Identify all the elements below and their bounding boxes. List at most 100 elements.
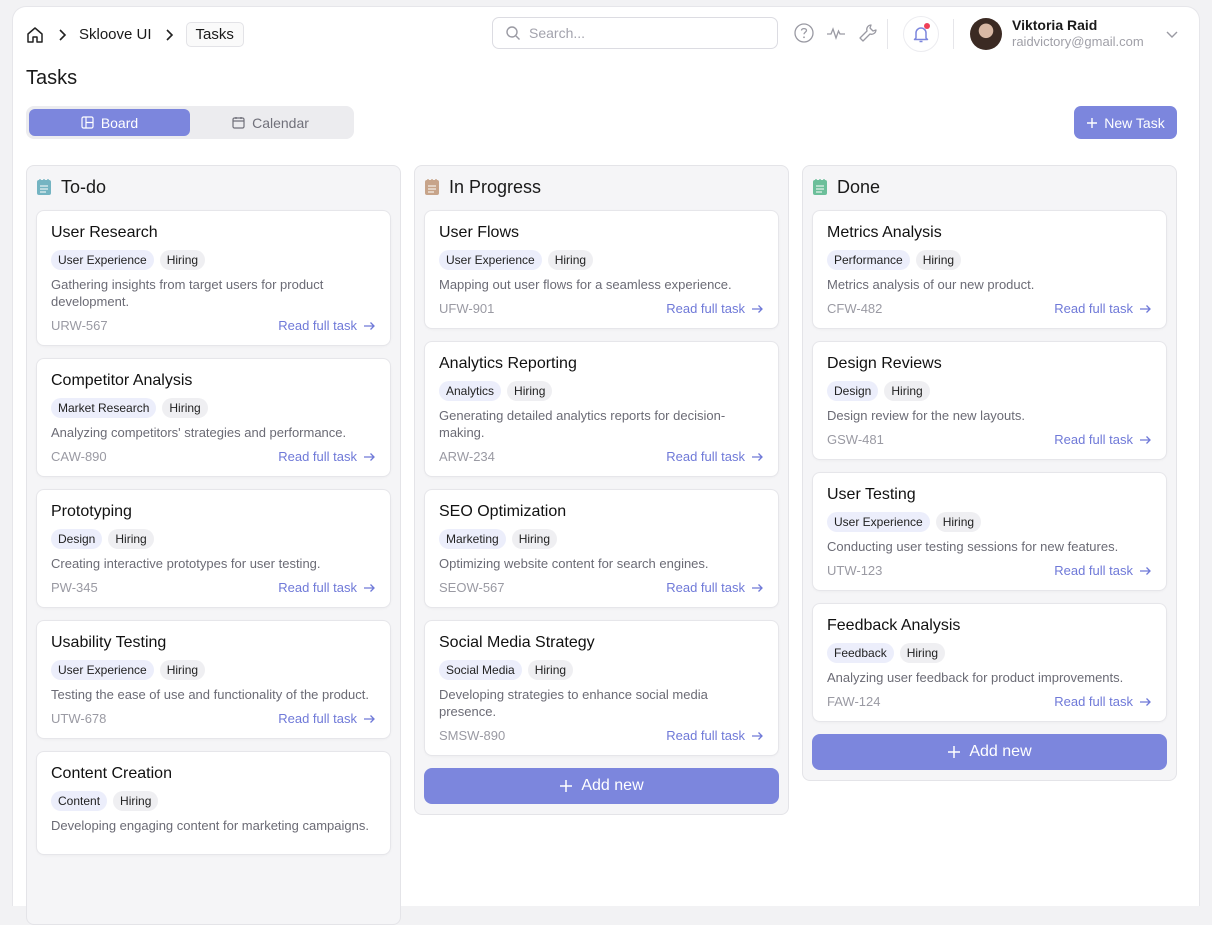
task-tag: Hiring	[547, 250, 594, 270]
task-card[interactable]: Analytics Reporting Analytics Hiring Genera…	[424, 341, 779, 477]
column-done: Done Metrics Analysis Performance Hiring Met…	[802, 165, 1177, 781]
board-view-button[interactable]: Board	[29, 109, 190, 136]
task-tag: User Experience	[51, 660, 154, 680]
read-full-task-link[interactable]: Read full task	[278, 318, 376, 333]
task-card[interactable]: User Research User Experience Hiring Gather…	[36, 210, 391, 346]
task-tags: Performance Hiring	[827, 250, 1152, 270]
task-tags: Feedback Hiring	[827, 643, 1152, 663]
task-code: SMSW-890	[439, 728, 506, 743]
home-icon[interactable]	[25, 25, 45, 45]
task-tags: Social Media Hiring	[439, 660, 764, 680]
task-title: Analytics Reporting	[439, 355, 577, 372]
avatar[interactable]	[970, 18, 1002, 50]
calendar-view-button[interactable]: Calendar	[190, 109, 351, 136]
user-info[interactable]: Viktoria Raid raidvictory@gmail.com	[1012, 17, 1144, 49]
divider	[887, 19, 888, 49]
task-code: URW-567	[51, 318, 108, 333]
search-input[interactable]	[529, 25, 759, 41]
read-full-task-link[interactable]: Read full task	[1054, 563, 1152, 578]
wrench-icon[interactable]	[857, 22, 879, 44]
breadcrumb: Skloove UI Tasks	[25, 22, 244, 47]
task-tags: User Experience Hiring	[51, 660, 376, 680]
task-tag: Content	[51, 791, 108, 811]
task-description: Creating interactive prototypes for user…	[51, 556, 321, 571]
task-code: PW-345	[51, 580, 98, 595]
task-code: CFW-482	[827, 301, 883, 316]
task-card[interactable]: Usability Testing User Experience Hiring Te…	[36, 620, 391, 739]
card-footer: CFW-482 Read full task	[827, 301, 1152, 316]
task-tags: User Experience Hiring	[827, 512, 1152, 532]
notifications-button[interactable]	[903, 16, 939, 52]
task-tag: Hiring	[159, 660, 206, 680]
arrow-right-icon	[363, 714, 376, 724]
task-title: Feedback Analysis	[827, 617, 961, 634]
task-card[interactable]: Metrics Analysis Performance Hiring Metrics…	[812, 210, 1167, 329]
read-full-task-link[interactable]: Read full task	[666, 580, 764, 595]
task-title: User Flows	[439, 224, 520, 241]
task-card[interactable]: Feedback Analysis Feedback Hiring Analyzing…	[812, 603, 1167, 722]
task-tags: User Experience Hiring	[51, 250, 376, 270]
read-full-task-label: Read full task	[666, 301, 745, 316]
task-tag: User Experience	[827, 512, 930, 532]
read-full-task-link[interactable]: Read full task	[278, 449, 376, 464]
notepad-icon	[812, 178, 828, 196]
add-new-label: Add new	[969, 743, 1032, 760]
task-card[interactable]: SEO Optimization Marketing Hiring Optimizin…	[424, 489, 779, 608]
read-full-task-link[interactable]: Read full task	[666, 728, 764, 743]
task-card[interactable]: Design Reviews Design Hiring Design review …	[812, 341, 1167, 460]
new-task-button[interactable]: New Task	[1074, 106, 1177, 139]
arrow-right-icon	[751, 452, 764, 462]
task-tag: Hiring	[108, 529, 154, 549]
read-full-task-link[interactable]: Read full task	[666, 301, 764, 316]
board-icon	[81, 116, 94, 129]
help-icon[interactable]	[793, 22, 815, 44]
task-card[interactable]: Competitor Analysis Market Research Hiring…	[36, 358, 391, 477]
card-footer: SMSW-890 Read full task	[439, 728, 764, 743]
task-description: Optimizing website content for search en…	[439, 556, 709, 571]
notepad-icon	[36, 178, 52, 196]
read-full-task-link[interactable]: Read full task	[1054, 301, 1152, 316]
task-card[interactable]: User Testing User Experience Hiring Conduct…	[812, 472, 1167, 591]
task-card[interactable]: Social Media Strategy Social Media Hiring D…	[424, 620, 779, 756]
task-title: Design Reviews	[827, 355, 942, 372]
task-tag: Design	[51, 529, 103, 549]
add-new-button[interactable]: Add new	[424, 768, 779, 804]
task-card[interactable]: User Flows User Experience Hiring Mapping o…	[424, 210, 779, 329]
task-tags: Design Hiring	[51, 529, 376, 549]
breadcrumb-current[interactable]: Tasks	[185, 22, 244, 47]
task-title: Social Media Strategy	[439, 634, 595, 651]
task-tag: Hiring	[935, 512, 982, 532]
add-new-label: Add new	[581, 777, 644, 794]
add-new-button[interactable]: Add new	[812, 734, 1167, 770]
calendar-view-label: Calendar	[252, 114, 309, 131]
task-code: UTW-678	[51, 711, 107, 726]
task-description: Analyzing user feedback for product impr…	[827, 670, 1124, 685]
task-tag: User Experience	[51, 250, 154, 270]
task-card[interactable]: Prototyping Design Hiring Creating interact…	[36, 489, 391, 608]
user-name: Viktoria Raid	[1012, 17, 1098, 33]
task-tag: Hiring	[159, 250, 206, 270]
task-code: UTW-123	[827, 563, 883, 578]
card-footer: UTW-678 Read full task	[51, 711, 376, 726]
read-full-task-label: Read full task	[1054, 301, 1133, 316]
task-tag: Hiring	[511, 529, 558, 549]
plus-icon	[559, 779, 573, 793]
read-full-task-link[interactable]: Read full task	[1054, 694, 1152, 709]
task-code: GSW-481	[827, 432, 884, 447]
activity-icon[interactable]	[825, 22, 847, 44]
task-tags: Content Hiring	[51, 791, 376, 811]
column-title: To-do	[61, 176, 107, 197]
search-box[interactable]	[492, 17, 778, 49]
notification-dot	[924, 23, 930, 29]
breadcrumb-root[interactable]: Skloove UI	[79, 26, 152, 43]
app-window: Skloove UI Tasks Search... Viktoria Raid…	[12, 6, 1200, 925]
chevron-down-icon[interactable]	[1165, 27, 1179, 41]
user-email: raidvictory@gmail.com	[1012, 34, 1144, 49]
task-card[interactable]: Content Creation Content Hiring Developing …	[36, 751, 391, 855]
read-full-task-link[interactable]: Read full task	[278, 580, 376, 595]
task-tag: Analytics	[439, 381, 502, 401]
task-title: Content Creation	[51, 765, 172, 782]
read-full-task-link[interactable]: Read full task	[1054, 432, 1152, 447]
read-full-task-link[interactable]: Read full task	[278, 711, 376, 726]
read-full-task-link[interactable]: Read full task	[666, 449, 764, 464]
